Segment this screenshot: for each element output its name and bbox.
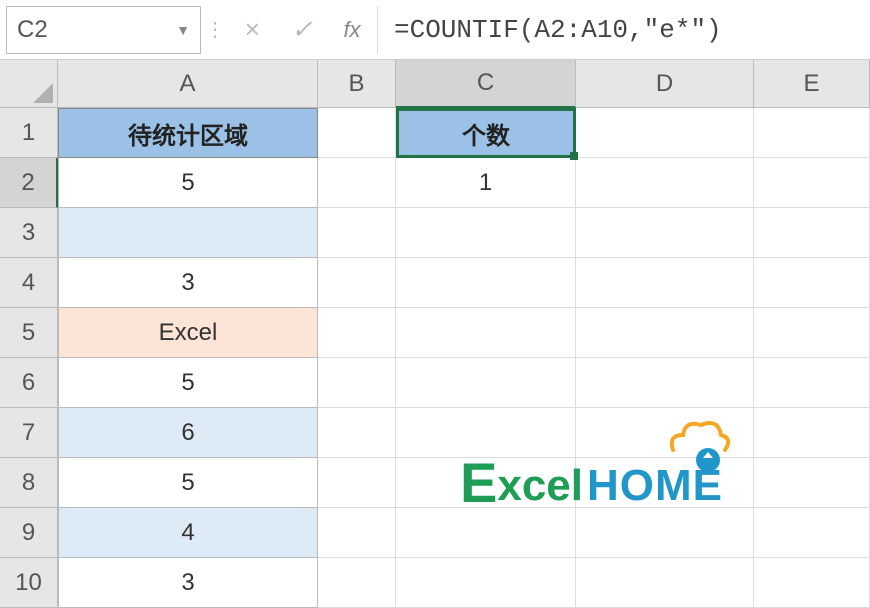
logo-text-xcel: xcel — [497, 461, 583, 511]
row-header-10[interactable]: 10 — [0, 558, 58, 608]
cell-D10[interactable] — [576, 558, 754, 608]
cell-D9[interactable] — [576, 508, 754, 558]
cell-A6[interactable]: 5 — [58, 358, 318, 408]
cell-E8[interactable] — [754, 458, 870, 508]
formula-input[interactable]: =COUNTIF(A2:A10,"e*") — [377, 6, 870, 54]
cell-E10[interactable] — [754, 558, 870, 608]
enter-icon[interactable]: ✓ — [277, 14, 327, 45]
formula-text: =COUNTIF(A2:A10,"e*") — [394, 15, 722, 45]
row-header-7[interactable]: 7 — [0, 408, 58, 458]
cell-A1[interactable]: 待统计区域 — [58, 108, 318, 158]
cell-E4[interactable] — [754, 258, 870, 308]
select-all-corner[interactable] — [0, 60, 58, 108]
cell-grid: 待统计区域 个数 5 1 3 Excel — [58, 108, 870, 608]
cell-A5[interactable]: Excel — [58, 308, 318, 358]
cell-E3[interactable] — [754, 208, 870, 258]
row-header-3[interactable]: 3 — [0, 208, 58, 258]
row-header-4[interactable]: 4 — [0, 258, 58, 308]
cell-A8[interactable]: 5 — [58, 458, 318, 508]
cell-B7[interactable] — [318, 408, 396, 458]
cell-C4[interactable] — [396, 258, 576, 308]
name-box[interactable]: C2 ▼ — [6, 6, 201, 54]
cell-A7[interactable]: 6 — [58, 408, 318, 458]
col-header-C[interactable]: C — [396, 60, 576, 108]
row-header-9[interactable]: 9 — [0, 508, 58, 558]
cloud-icon — [663, 410, 733, 480]
row-header-5[interactable]: 5 — [0, 308, 58, 358]
cell-C9[interactable] — [396, 508, 576, 558]
col-header-B[interactable]: B — [318, 60, 396, 108]
cell-B5[interactable] — [318, 308, 396, 358]
cell-B6[interactable] — [318, 358, 396, 408]
row-header-2[interactable]: 2 — [0, 158, 58, 208]
separator: ⋮ — [201, 17, 227, 42]
cell-C1[interactable]: 个数 — [396, 108, 576, 158]
name-box-value: C2 — [17, 16, 48, 44]
cell-D1[interactable] — [576, 108, 754, 158]
cell-C6[interactable] — [396, 358, 576, 408]
cell-B8[interactable] — [318, 458, 396, 508]
cell-E2[interactable] — [754, 158, 870, 208]
row-headers: 1 2 3 4 5 6 7 8 9 10 — [0, 108, 58, 608]
logo-text-e: E — [460, 450, 497, 515]
col-header-E[interactable]: E — [754, 60, 870, 108]
col-header-A[interactable]: A — [58, 60, 318, 108]
fx-icon[interactable]: fx — [327, 17, 377, 43]
cell-A9[interactable]: 4 — [58, 508, 318, 558]
cell-B3[interactable] — [318, 208, 396, 258]
cell-E7[interactable] — [754, 408, 870, 458]
col-header-D[interactable]: D — [576, 60, 754, 108]
cell-D3[interactable] — [576, 208, 754, 258]
cell-E9[interactable] — [754, 508, 870, 558]
formula-bar: C2 ▼ ⋮ × ✓ fx =COUNTIF(A2:A10,"e*") — [0, 0, 870, 60]
cell-B1[interactable] — [318, 108, 396, 158]
name-box-dropdown-icon[interactable]: ▼ — [176, 22, 190, 38]
cell-C5[interactable] — [396, 308, 576, 358]
cell-C10[interactable] — [396, 558, 576, 608]
cell-C2[interactable]: 1 — [396, 158, 576, 208]
row-header-8[interactable]: 8 — [0, 458, 58, 508]
cell-B9[interactable] — [318, 508, 396, 558]
cell-C3[interactable] — [396, 208, 576, 258]
cell-D5[interactable] — [576, 308, 754, 358]
cell-A10[interactable]: 3 — [58, 558, 318, 608]
row-header-1[interactable]: 1 — [0, 108, 58, 158]
row-header-6[interactable]: 6 — [0, 358, 58, 408]
cell-A4[interactable]: 3 — [58, 258, 318, 308]
cell-B2[interactable] — [318, 158, 396, 208]
cell-D4[interactable] — [576, 258, 754, 308]
cell-E5[interactable] — [754, 308, 870, 358]
cell-D2[interactable] — [576, 158, 754, 208]
cell-A3[interactable] — [58, 208, 318, 258]
cell-A2[interactable]: 5 — [58, 158, 318, 208]
watermark-logo: E xcel HOME — [460, 450, 723, 515]
cancel-icon[interactable]: × — [227, 14, 277, 45]
cell-E6[interactable] — [754, 358, 870, 408]
cell-D6[interactable] — [576, 358, 754, 408]
cell-B10[interactable] — [318, 558, 396, 608]
cell-B4[interactable] — [318, 258, 396, 308]
cell-E1[interactable] — [754, 108, 870, 158]
column-headers: A B C D E — [58, 60, 870, 108]
